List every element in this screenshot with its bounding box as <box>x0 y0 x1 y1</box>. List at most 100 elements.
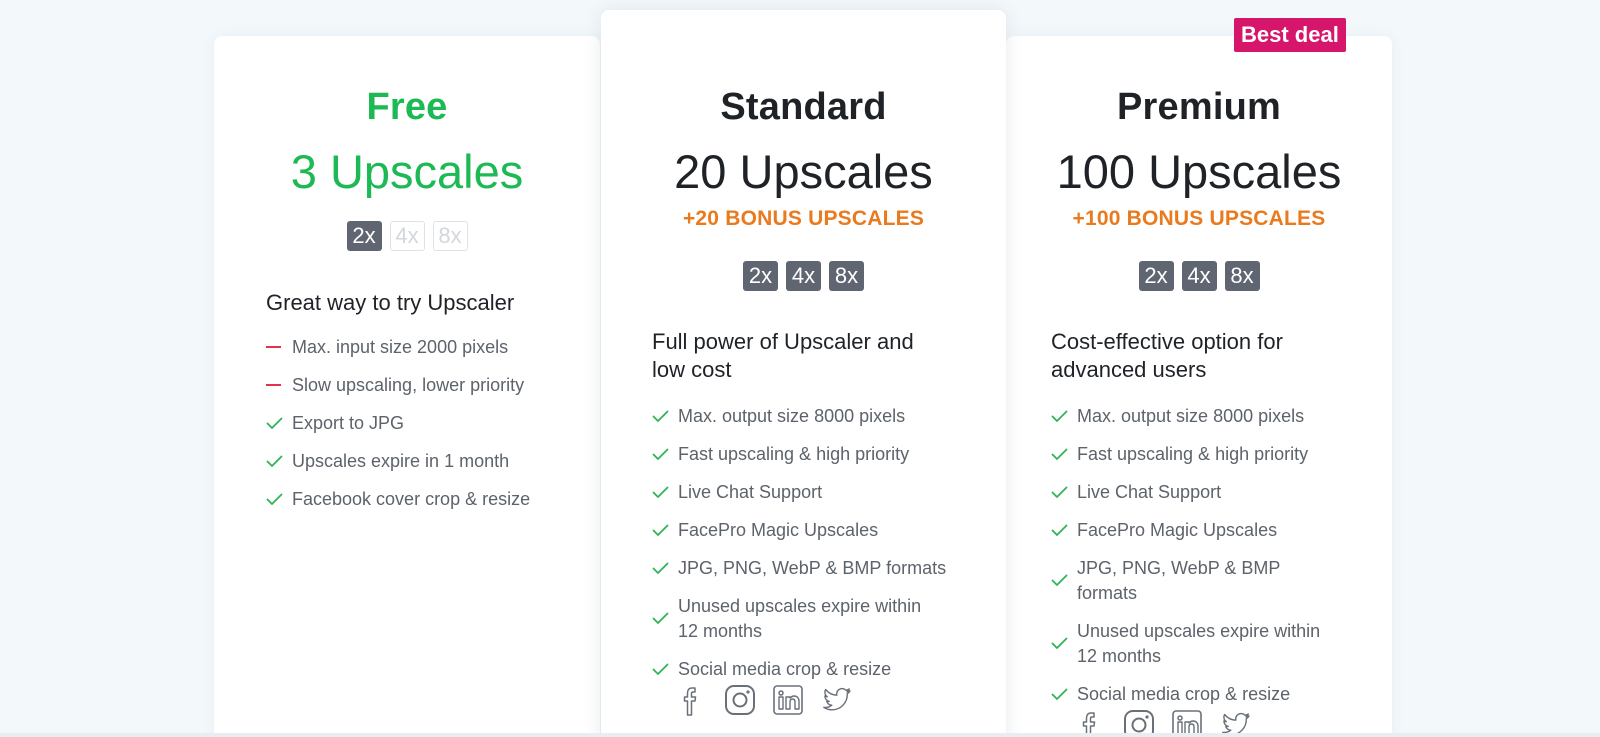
factor-chip-4x: 4x <box>389 221 425 251</box>
feature-item: FacePro Magic Upscales <box>652 511 946 549</box>
plan-subtitle-line: Cost-effective option for <box>1051 329 1283 354</box>
feature-text: Fast upscaling & high priority <box>1077 443 1309 464</box>
feature-text: Social media crop & resize <box>678 658 892 679</box>
minus-icon <box>266 384 292 386</box>
feature-item: Unused upscales expire within 12 months <box>1051 612 1320 675</box>
feature-item: Live Chat Support <box>652 473 946 511</box>
feature-text-line: formats <box>1077 582 1138 603</box>
feature-text: Social media crop & resize <box>1077 683 1291 704</box>
feature-text-line: Unused upscales expire within <box>1077 620 1321 641</box>
feature-item: Live Chat Support <box>1051 473 1320 511</box>
feature-text-line: 12 months <box>1077 645 1162 666</box>
bottom-scroll-edge <box>0 733 1600 737</box>
check-icon <box>1051 574 1077 587</box>
plan-subtitle-line: advanced users <box>1051 357 1207 382</box>
feature-text: Unused upscales expire within 12 months <box>1077 619 1320 669</box>
plan-card-standard[interactable]: Standard 20 Upscales +20 BONUS UPSCALES … <box>601 10 1006 737</box>
feature-text: Live Chat Support <box>678 481 823 502</box>
feature-item: Export to JPG <box>266 404 530 442</box>
twitter-icon[interactable] <box>819 683 853 717</box>
factor-chip-2x: 2x <box>743 261 778 291</box>
upscale-factors: 2x 4x 8x <box>1006 261 1392 291</box>
check-icon <box>1051 410 1077 423</box>
factor-chip-8x: 8x <box>1224 261 1260 291</box>
check-icon <box>652 486 678 499</box>
feature-text: Upscales expire in 1 month <box>292 450 510 471</box>
feature-list: Max. output size 8000 pixels Fast upscali… <box>652 397 946 688</box>
plan-name: Free <box>366 86 448 128</box>
feature-text: Unused upscales expire within 12 months <box>678 594 921 644</box>
feature-text: FacePro Magic Upscales <box>1077 519 1278 540</box>
feature-item: Max. input size 2000 pixels <box>266 328 530 366</box>
instagram-icon[interactable] <box>723 683 757 717</box>
minus-icon <box>266 346 292 348</box>
linkedin-icon[interactable] <box>771 683 805 717</box>
feature-text: Max. input size 2000 pixels <box>292 336 509 357</box>
plan-subtitle-line: Full power of Upscaler and <box>652 329 914 354</box>
feature-item: Max. output size 8000 pixels <box>652 397 946 435</box>
plan-subtitle: Full power of Upscaler and low cost <box>652 328 914 384</box>
plan-amount: 20 Upscales <box>674 145 933 198</box>
plan-subtitle-line: Great way to try Upscaler <box>266 290 515 315</box>
feature-item: JPG, PNG, WebP & BMP formats <box>1051 549 1320 612</box>
feature-item: Upscales expire in 1 month <box>266 442 530 480</box>
feature-text: Slow upscaling, lower priority <box>292 374 525 395</box>
plan-subtitle: Great way to try Upscaler <box>266 289 514 317</box>
factor-chip-8x: 8x <box>829 261 864 291</box>
plan-subtitle-line: low cost <box>652 357 732 382</box>
check-icon <box>1051 637 1077 650</box>
feature-text: Live Chat Support <box>1077 481 1222 502</box>
feature-text: Fast upscaling & high priority <box>678 443 910 464</box>
check-icon <box>1051 486 1077 499</box>
feature-text: Max. output size 8000 pixels <box>678 405 906 426</box>
plan-card-premium[interactable]: Premium 100 Upscales +100 BONUS UPSCALES… <box>1006 36 1392 737</box>
upscale-factors: 2x 4x 8x <box>214 221 600 251</box>
feature-item: Max. output size 8000 pixels <box>1051 397 1320 435</box>
plan-amount: 3 Upscales <box>290 145 524 198</box>
upscale-factors: 2x 4x 8x <box>601 261 1006 291</box>
plan-name: Standard <box>720 86 887 128</box>
feature-text-line: 12 months <box>678 620 763 641</box>
feature-text: Max. output size 8000 pixels <box>1077 405 1305 426</box>
feature-list: Max. output size 8000 pixels Fast upscali… <box>1051 397 1320 713</box>
feature-text: FacePro Magic Upscales <box>678 519 879 540</box>
feature-item: Facebook cover crop & resize <box>266 480 530 518</box>
best-deal-badge: Best deal <box>1234 18 1346 52</box>
check-icon <box>652 524 678 537</box>
feature-item: FacePro Magic Upscales <box>1051 511 1320 549</box>
plan-subtitle: Cost-effective option for advanced users <box>1051 328 1283 384</box>
factor-chip-2x: 2x <box>1138 261 1174 291</box>
check-icon <box>652 612 678 625</box>
factor-chip-4x: 4x <box>1181 261 1217 291</box>
feature-text-line: JPG, PNG, WebP & BMP <box>1077 557 1281 578</box>
check-icon <box>652 663 678 676</box>
factor-chip-4x: 4x <box>786 261 821 291</box>
plan-amount: 100 Upscales <box>1056 145 1342 198</box>
feature-text: Export to JPG <box>292 412 405 433</box>
factor-chip-8x: 8x <box>432 221 468 251</box>
check-icon <box>266 417 292 430</box>
check-icon <box>266 493 292 506</box>
feature-item: Fast upscaling & high priority <box>1051 435 1320 473</box>
plan-name: Premium <box>1116 86 1281 128</box>
feature-text-line: Unused upscales expire within <box>678 595 922 616</box>
feature-text: Facebook cover crop & resize <box>292 488 531 509</box>
feature-text: JPG, PNG, WebP & BMP formats <box>1077 556 1280 606</box>
bonus-upscales: +20 BONUS UPSCALES <box>682 207 925 230</box>
check-icon <box>652 448 678 461</box>
check-icon <box>1051 688 1077 701</box>
check-icon <box>1051 524 1077 537</box>
feature-item: Unused upscales expire within 12 months <box>652 587 946 650</box>
check-icon <box>1051 448 1077 461</box>
feature-item: JPG, PNG, WebP & BMP formats <box>652 549 946 587</box>
facebook-icon[interactable] <box>675 683 709 717</box>
bonus-upscales: +100 BONUS UPSCALES <box>1072 207 1326 230</box>
check-icon <box>652 562 678 575</box>
social-icons <box>675 683 853 717</box>
factor-chip-2x: 2x <box>346 221 382 251</box>
check-icon <box>652 410 678 423</box>
feature-list: Max. input size 2000 pixels Slow upscalin… <box>266 328 530 518</box>
check-icon <box>266 455 292 468</box>
plan-card-free[interactable]: Free 3 Upscales 2x 4x 8x Great way to try … <box>214 36 600 737</box>
feature-item: Slow upscaling, lower priority <box>266 366 530 404</box>
